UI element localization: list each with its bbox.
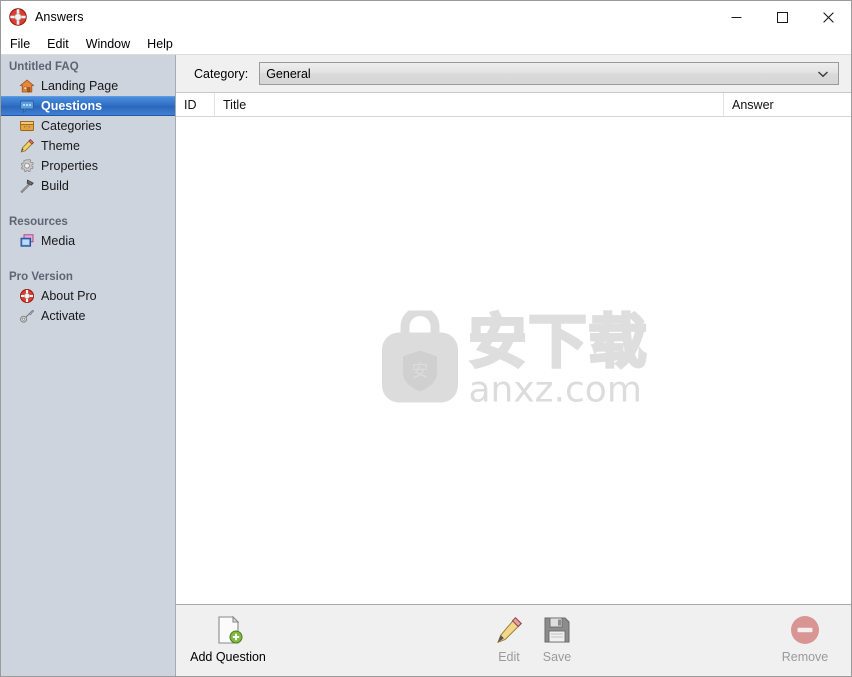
menu-bar: File Edit Window Help (1, 33, 851, 55)
media-images-icon (19, 233, 35, 249)
close-button[interactable] (805, 1, 851, 33)
sidebar-item-label: Questions (41, 99, 103, 113)
content-area: Category: General ID Title Answer 安 安下载 … (176, 55, 851, 676)
watermark-text: 安下载 anxz.com (467, 307, 649, 411)
drawer-icon (19, 118, 35, 134)
table-header-row: ID Title Answer (176, 93, 851, 117)
sidebar-gap-1 (1, 196, 175, 214)
house-icon (19, 78, 35, 94)
category-selected-value: General (266, 66, 311, 81)
table-body[interactable]: 安 安下载 anxz.com (176, 117, 851, 604)
menu-help[interactable]: Help (147, 35, 182, 53)
add-question-label: Add Question (190, 650, 266, 664)
category-dropdown[interactable]: General (259, 62, 839, 85)
close-icon (822, 11, 834, 23)
lifering-icon (8, 7, 28, 27)
sidebar-item-questions[interactable]: Questions (1, 96, 175, 116)
column-header-title[interactable]: Title (215, 93, 724, 116)
menu-window[interactable]: Window (86, 35, 139, 53)
title-bar: Answers (1, 1, 851, 33)
key-icon (19, 308, 35, 324)
chevron-down-icon (817, 65, 829, 83)
application-window: Answers File Edit Window Help Untitled F… (0, 0, 852, 677)
sidebar-item-label: Categories (41, 119, 102, 133)
sidebar-item-properties[interactable]: Properties (1, 156, 175, 176)
watermark: 安 安下载 anxz.com (378, 306, 649, 411)
gear-icon (19, 158, 35, 174)
add-question-button[interactable]: Add Question (180, 613, 276, 671)
sidebar-group-title-pro: Pro Version (9, 271, 73, 283)
category-label: Category: (194, 66, 249, 81)
svg-text:安: 安 (411, 361, 428, 381)
save-label: Save (542, 650, 572, 664)
sidebar-item-label: Media (41, 234, 76, 248)
minimize-button[interactable] (713, 1, 759, 33)
remove-label: Remove (781, 650, 829, 664)
watermark-cn-text: 安下载 (467, 307, 649, 376)
window-controls (713, 1, 851, 33)
lifering-icon (19, 288, 35, 304)
menu-edit[interactable]: Edit (47, 35, 78, 53)
window-title: Answers (35, 10, 84, 24)
sidebar-item-activate[interactable]: Activate (1, 306, 175, 326)
sidebar-item-categories[interactable]: Categories (1, 116, 175, 136)
sidebar-item-label: About Pro (41, 289, 97, 303)
pencil-icon (19, 138, 35, 154)
sidebar-group-title-document: Untitled FAQ (9, 61, 79, 73)
watermark-domain-text: anxz.com (468, 369, 642, 411)
sidebar-item-label: Properties (41, 159, 98, 173)
sidebar-item-label: Landing Page (41, 79, 119, 93)
sidebar-group-title-resources: Resources (9, 216, 68, 228)
category-bar: Category: General (176, 55, 851, 93)
minimize-icon (731, 16, 741, 18)
speech-bubble-icon (19, 98, 35, 114)
hammer-icon (19, 178, 35, 194)
minus-circle-icon (789, 613, 821, 647)
sidebar-item-media[interactable]: Media (1, 231, 175, 251)
document-add-icon (211, 613, 245, 647)
floppy-disk-icon (542, 613, 572, 647)
column-header-id[interactable]: ID (176, 93, 215, 116)
main-body: Untitled FAQ Landing Page Questions Cate… (1, 55, 851, 676)
shield-bag-icon: 安 (378, 306, 460, 411)
sidebar-item-label: Theme (41, 139, 80, 153)
questions-table: ID Title Answer 安 安下载 anxz.com (176, 93, 851, 604)
save-button[interactable]: Save (509, 613, 605, 671)
menu-file[interactable]: File (10, 35, 39, 53)
bottom-toolbar: Add Question Edit Save Remove (176, 604, 851, 676)
sidebar-item-about-pro[interactable]: About Pro (1, 286, 175, 306)
sidebar: Untitled FAQ Landing Page Questions Cate… (1, 55, 176, 676)
maximize-button[interactable] (759, 1, 805, 33)
maximize-icon (776, 11, 788, 23)
sidebar-item-label: Activate (41, 309, 86, 323)
sidebar-gap-2 (1, 251, 175, 269)
sidebar-item-landing-page[interactable]: Landing Page (1, 76, 175, 96)
sidebar-item-build[interactable]: Build (1, 176, 175, 196)
column-header-answer[interactable]: Answer (724, 93, 851, 116)
remove-button[interactable]: Remove (757, 613, 852, 671)
sidebar-item-label: Build (41, 179, 69, 193)
sidebar-item-theme[interactable]: Theme (1, 136, 175, 156)
